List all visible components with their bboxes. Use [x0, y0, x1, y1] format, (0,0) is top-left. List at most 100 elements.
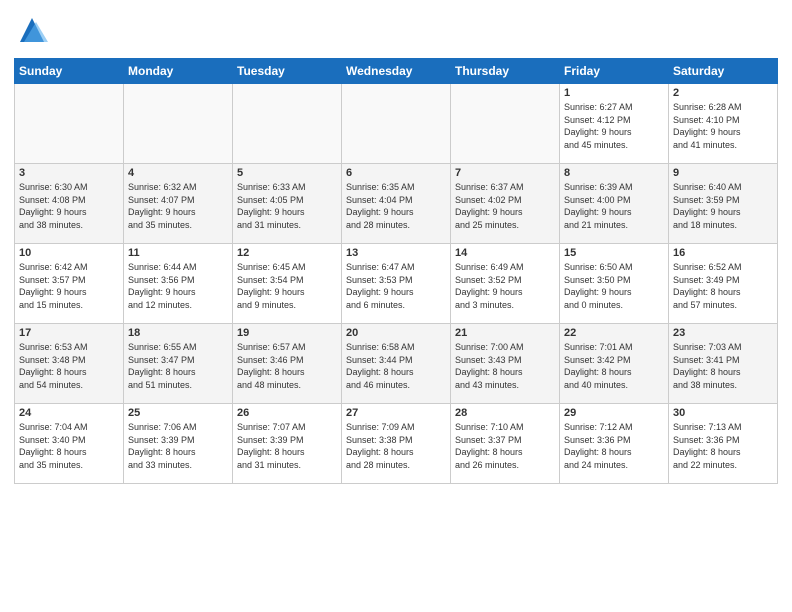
day-number: 12 [237, 247, 337, 259]
calendar-cell: 2 Sunrise: 6:28 AM Sunset: 4:10 PM Daylig… [669, 84, 778, 164]
day-detail: Sunrise: 7:10 AM Sunset: 3:37 PM Dayligh… [455, 421, 555, 471]
day-detail: Sunrise: 6:30 AM Sunset: 4:08 PM Dayligh… [19, 181, 119, 231]
calendar-cell: 6Sunrise: 6:35 AM Sunset: 4:04 PM Daylig… [342, 164, 451, 244]
day-number: 8 [564, 167, 664, 179]
day-detail: Sunrise: 7:13 AM Sunset: 3:36 PM Dayligh… [673, 421, 773, 471]
calendar-cell [124, 84, 233, 164]
calendar-weekday-friday: Friday [560, 59, 669, 84]
day-number: 28 [455, 407, 555, 419]
day-number: 1 [564, 87, 664, 99]
calendar-weekday-saturday: Saturday [669, 59, 778, 84]
calendar-cell: 19 Sunrise: 6:57 AM Sunset: 3:46 PM Dayli… [233, 324, 342, 404]
day-detail: Sunrise: 6:45 AM Sunset: 3:54 PM Dayligh… [237, 261, 337, 311]
calendar-cell [15, 84, 124, 164]
day-detail: Sunrise: 6:52 AM Sunset: 3:49 PM Dayligh… [673, 261, 773, 311]
calendar-cell: 23Sunrise: 7:03 AM Sunset: 3:41 PM Dayli… [669, 324, 778, 404]
day-detail: Sunrise: 6:44 AM Sunset: 3:56 PM Dayligh… [128, 261, 228, 311]
day-number: 16 [673, 247, 773, 259]
calendar-cell: 12 Sunrise: 6:45 AM Sunset: 3:54 PM Dayli… [233, 244, 342, 324]
day-detail: Sunrise: 6:40 AM Sunset: 3:59 PM Dayligh… [673, 181, 773, 231]
calendar-weekday-monday: Monday [124, 59, 233, 84]
day-detail: Sunrise: 6:57 AM Sunset: 3:46 PM Dayligh… [237, 341, 337, 391]
day-number: 6 [346, 167, 446, 179]
calendar-cell: 20Sunrise: 6:58 AM Sunset: 3:44 PM Dayli… [342, 324, 451, 404]
day-number: 17 [19, 327, 119, 339]
calendar-cell: 3 Sunrise: 6:30 AM Sunset: 4:08 PM Daylig… [15, 164, 124, 244]
day-detail: Sunrise: 7:04 AM Sunset: 3:40 PM Dayligh… [19, 421, 119, 471]
calendar-weekday-sunday: Sunday [15, 59, 124, 84]
day-detail: Sunrise: 7:00 AM Sunset: 3:43 PM Dayligh… [455, 341, 555, 391]
day-detail: Sunrise: 7:06 AM Sunset: 3:39 PM Dayligh… [128, 421, 228, 471]
calendar-cell: 18 Sunrise: 6:55 AM Sunset: 3:47 PM Dayli… [124, 324, 233, 404]
logo [14, 14, 54, 50]
calendar-cell [233, 84, 342, 164]
calendar-cell: 17 Sunrise: 6:53 AM Sunset: 3:48 PM Dayli… [15, 324, 124, 404]
logo-icon [14, 14, 50, 50]
day-number: 13 [346, 247, 446, 259]
calendar-cell: 21 Sunrise: 7:00 AM Sunset: 3:43 PM Dayli… [451, 324, 560, 404]
calendar-cell: 11 Sunrise: 6:44 AM Sunset: 3:56 PM Dayli… [124, 244, 233, 324]
day-detail: Sunrise: 6:32 AM Sunset: 4:07 PM Dayligh… [128, 181, 228, 231]
day-detail: Sunrise: 6:55 AM Sunset: 3:47 PM Dayligh… [128, 341, 228, 391]
calendar-week-row: 17 Sunrise: 6:53 AM Sunset: 3:48 PM Dayli… [15, 324, 778, 404]
calendar-cell: 15Sunrise: 6:50 AM Sunset: 3:50 PM Dayli… [560, 244, 669, 324]
day-number: 26 [237, 407, 337, 419]
day-number: 23 [673, 327, 773, 339]
calendar-cell: 16 Sunrise: 6:52 AM Sunset: 3:49 PM Dayli… [669, 244, 778, 324]
calendar-weekday-tuesday: Tuesday [233, 59, 342, 84]
day-number: 25 [128, 407, 228, 419]
day-number: 19 [237, 327, 337, 339]
calendar-weekday-wednesday: Wednesday [342, 59, 451, 84]
calendar-cell: 14Sunrise: 6:49 AM Sunset: 3:52 PM Dayli… [451, 244, 560, 324]
calendar-cell: 26 Sunrise: 7:07 AM Sunset: 3:39 PM Dayli… [233, 404, 342, 484]
day-detail: Sunrise: 6:28 AM Sunset: 4:10 PM Dayligh… [673, 101, 773, 151]
day-detail: Sunrise: 7:01 AM Sunset: 3:42 PM Dayligh… [564, 341, 664, 391]
day-detail: Sunrise: 6:39 AM Sunset: 4:00 PM Dayligh… [564, 181, 664, 231]
day-number: 30 [673, 407, 773, 419]
day-number: 22 [564, 327, 664, 339]
calendar-cell: 28 Sunrise: 7:10 AM Sunset: 3:37 PM Dayli… [451, 404, 560, 484]
calendar-weekday-thursday: Thursday [451, 59, 560, 84]
day-number: 18 [128, 327, 228, 339]
day-number: 9 [673, 167, 773, 179]
calendar-cell: 25 Sunrise: 7:06 AM Sunset: 3:39 PM Dayli… [124, 404, 233, 484]
day-number: 21 [455, 327, 555, 339]
day-detail: Sunrise: 6:42 AM Sunset: 3:57 PM Dayligh… [19, 261, 119, 311]
page: SundayMondayTuesdayWednesdayThursdayFrid… [0, 0, 792, 612]
calendar-cell: 27 Sunrise: 7:09 AM Sunset: 3:38 PM Dayli… [342, 404, 451, 484]
calendar-week-row: 3 Sunrise: 6:30 AM Sunset: 4:08 PM Daylig… [15, 164, 778, 244]
calendar-cell: 29 Sunrise: 7:12 AM Sunset: 3:36 PM Dayli… [560, 404, 669, 484]
calendar-header-row: SundayMondayTuesdayWednesdayThursdayFrid… [15, 59, 778, 84]
calendar-cell [451, 84, 560, 164]
day-number: 15 [564, 247, 664, 259]
day-detail: Sunrise: 7:12 AM Sunset: 3:36 PM Dayligh… [564, 421, 664, 471]
day-detail: Sunrise: 7:07 AM Sunset: 3:39 PM Dayligh… [237, 421, 337, 471]
calendar-week-row: 1Sunrise: 6:27 AM Sunset: 4:12 PM Daylig… [15, 84, 778, 164]
calendar-cell: 9 Sunrise: 6:40 AM Sunset: 3:59 PM Daylig… [669, 164, 778, 244]
day-number: 7 [455, 167, 555, 179]
header [14, 10, 778, 50]
calendar-cell: 24 Sunrise: 7:04 AM Sunset: 3:40 PM Dayli… [15, 404, 124, 484]
calendar-cell: 1Sunrise: 6:27 AM Sunset: 4:12 PM Daylig… [560, 84, 669, 164]
day-detail: Sunrise: 6:53 AM Sunset: 3:48 PM Dayligh… [19, 341, 119, 391]
day-number: 4 [128, 167, 228, 179]
calendar-week-row: 24 Sunrise: 7:04 AM Sunset: 3:40 PM Dayli… [15, 404, 778, 484]
day-detail: Sunrise: 7:09 AM Sunset: 3:38 PM Dayligh… [346, 421, 446, 471]
day-number: 24 [19, 407, 119, 419]
day-number: 14 [455, 247, 555, 259]
day-number: 29 [564, 407, 664, 419]
day-number: 3 [19, 167, 119, 179]
calendar-cell: 7 Sunrise: 6:37 AM Sunset: 4:02 PM Daylig… [451, 164, 560, 244]
day-detail: Sunrise: 6:37 AM Sunset: 4:02 PM Dayligh… [455, 181, 555, 231]
day-number: 27 [346, 407, 446, 419]
day-detail: Sunrise: 6:58 AM Sunset: 3:44 PM Dayligh… [346, 341, 446, 391]
calendar-cell: 5Sunrise: 6:33 AM Sunset: 4:05 PM Daylig… [233, 164, 342, 244]
calendar-cell: 8 Sunrise: 6:39 AM Sunset: 4:00 PM Daylig… [560, 164, 669, 244]
calendar-cell: 22 Sunrise: 7:01 AM Sunset: 3:42 PM Dayli… [560, 324, 669, 404]
day-number: 2 [673, 87, 773, 99]
day-number: 11 [128, 247, 228, 259]
calendar-cell [342, 84, 451, 164]
calendar-cell: 4 Sunrise: 6:32 AM Sunset: 4:07 PM Daylig… [124, 164, 233, 244]
calendar-table: SundayMondayTuesdayWednesdayThursdayFrid… [14, 58, 778, 484]
day-number: 5 [237, 167, 337, 179]
